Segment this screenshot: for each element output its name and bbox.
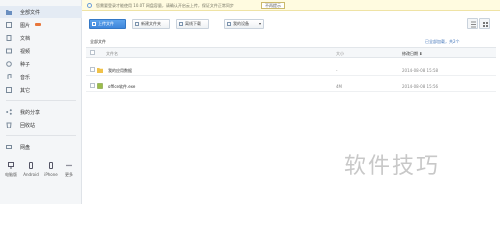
torrent-icon xyxy=(6,61,12,67)
upload-label: 上传文件 xyxy=(98,21,114,26)
sidebar-item-label: 视频 xyxy=(20,48,31,55)
file-size: - xyxy=(336,68,338,73)
my-device-button[interactable]: 我的设备 ▾ xyxy=(224,19,264,29)
sidebar-item-label: 全部文件 xyxy=(20,9,41,16)
android-icon xyxy=(29,162,33,169)
load-status: 已全部加载，共2个 xyxy=(425,39,460,44)
breadcrumb-current[interactable]: 全部文件 xyxy=(90,39,106,45)
info-icon xyxy=(87,3,92,8)
upload-button[interactable]: 上传文件 xyxy=(89,19,126,29)
iphone-icon xyxy=(49,162,53,169)
list-view-icon xyxy=(471,21,476,28)
sidebar-item-music[interactable]: 音乐 xyxy=(0,71,82,83)
file-date: 2014-08-08 15:58 xyxy=(402,68,439,73)
new-badge xyxy=(35,23,41,26)
sidebar-item-label: 我的分享 xyxy=(20,109,41,116)
file-name[interactable]: 我的应用数据 xyxy=(108,68,132,74)
select-all-checkbox[interactable] xyxy=(90,50,95,55)
folder-icon xyxy=(97,68,103,73)
table-row[interactable]: 我的应用数据 - 2014-08-08 15:58 xyxy=(86,64,496,76)
list-view-toggle[interactable] xyxy=(467,18,478,29)
exe-file-icon xyxy=(97,83,103,89)
sidebar-item-my-share[interactable]: 我的分享 xyxy=(0,106,82,118)
device-label: Android xyxy=(23,172,39,177)
sidebar-item-label: 回收站 xyxy=(20,122,36,129)
device-label: 更多 xyxy=(65,172,73,177)
new-folder-button[interactable]: 新建文件夹 xyxy=(132,19,170,29)
row-checkbox[interactable] xyxy=(90,67,95,72)
watermark: 软件技巧 xyxy=(344,154,441,179)
music-icon xyxy=(7,74,12,79)
dismiss-notice-button[interactable]: 不再提示 xyxy=(261,2,285,9)
column-size[interactable]: 大小 xyxy=(336,51,344,57)
share-icon xyxy=(6,109,12,115)
sidebar-item-recycle-bin[interactable]: 回收站 xyxy=(0,119,82,131)
column-date[interactable]: 修改日期 ⬇ xyxy=(402,51,423,57)
breadcrumb: 全部文件 已全部加载，共2个 xyxy=(82,36,500,46)
sidebar-item-other[interactable]: 其它 xyxy=(0,84,82,96)
device-android[interactable]: Android xyxy=(22,162,40,177)
file-table-header: 文件名 大小 修改日期 ⬇ xyxy=(86,47,496,58)
device-label: iPhone xyxy=(44,172,58,177)
document-icon xyxy=(6,35,12,41)
device-more[interactable]: 更多 xyxy=(60,162,78,178)
sidebar-item-netdisk[interactable]: 网盘 xyxy=(0,141,82,153)
device-label: 电脑版 xyxy=(5,172,17,177)
grid-view-icon xyxy=(483,22,488,27)
video-icon xyxy=(6,48,12,54)
netdisk-icon xyxy=(6,145,12,149)
column-name[interactable]: 文件名 xyxy=(106,51,118,57)
my-device-label: 我的设备 xyxy=(233,21,249,26)
sidebar-item-torrents[interactable]: 种子 xyxy=(0,58,82,70)
recycle-bin-icon xyxy=(6,122,12,128)
device-iphone[interactable]: iPhone xyxy=(42,162,60,177)
picture-icon xyxy=(6,22,12,28)
folder-icon xyxy=(6,10,12,15)
other-icon xyxy=(6,87,12,93)
sidebar-item-pictures[interactable]: 图片 xyxy=(0,19,82,31)
sidebar-divider xyxy=(6,135,76,136)
toolbar: 上传文件 新建文件夹 离线下载 我的设备 ▾ xyxy=(82,12,500,36)
sidebar-divider xyxy=(6,100,76,101)
new-folder-label: 新建文件夹 xyxy=(141,21,161,26)
grid-view-toggle[interactable] xyxy=(479,18,490,29)
chevron-down-icon: ▾ xyxy=(258,21,261,26)
sidebar: 全部文件 图片 文档 视频 种子 音乐 其它 我的分享 回收站 网盘 电脑版 A… xyxy=(0,0,82,204)
table-row[interactable]: office软件.exe 4M 2014-08-08 15:56 xyxy=(86,80,496,92)
sidebar-item-label: 种子 xyxy=(20,61,31,68)
sidebar-item-documents[interactable]: 文档 xyxy=(0,32,82,44)
notice-bar: 您需要登录才能使用 10.0T 网盘容量，请确认开启云上传，保证文件正常同步 不… xyxy=(82,0,500,11)
offline-download-button[interactable]: 离线下载 xyxy=(176,19,209,29)
computer-icon xyxy=(8,162,14,169)
notice-message: 您需要登录才能使用 10.0T 网盘容量，请确认开启云上传，保证文件正常同步 xyxy=(96,3,234,8)
device-icon xyxy=(227,22,231,26)
more-icon xyxy=(66,164,72,167)
sidebar-item-videos[interactable]: 视频 xyxy=(0,45,82,57)
device-computer[interactable]: 电脑版 xyxy=(2,162,20,178)
sidebar-item-all-files[interactable]: 全部文件 xyxy=(0,6,82,18)
file-name[interactable]: office软件.exe xyxy=(108,84,135,90)
sidebar-item-label: 文档 xyxy=(20,35,31,42)
file-size: 4M xyxy=(336,84,342,89)
sidebar-item-label: 网盘 xyxy=(20,144,31,151)
upload-icon xyxy=(92,22,96,26)
offline-download-label: 离线下载 xyxy=(185,21,201,26)
row-checkbox[interactable] xyxy=(90,83,95,88)
sidebar-item-label: 其它 xyxy=(20,87,31,94)
new-folder-icon xyxy=(135,22,139,26)
download-icon xyxy=(179,22,183,26)
file-date: 2014-08-08 15:56 xyxy=(402,84,439,89)
sidebar-item-label: 音乐 xyxy=(20,74,31,81)
sidebar-item-label: 图片 xyxy=(20,22,31,29)
device-downloads: 电脑版 Android iPhone 更多 xyxy=(2,162,80,184)
